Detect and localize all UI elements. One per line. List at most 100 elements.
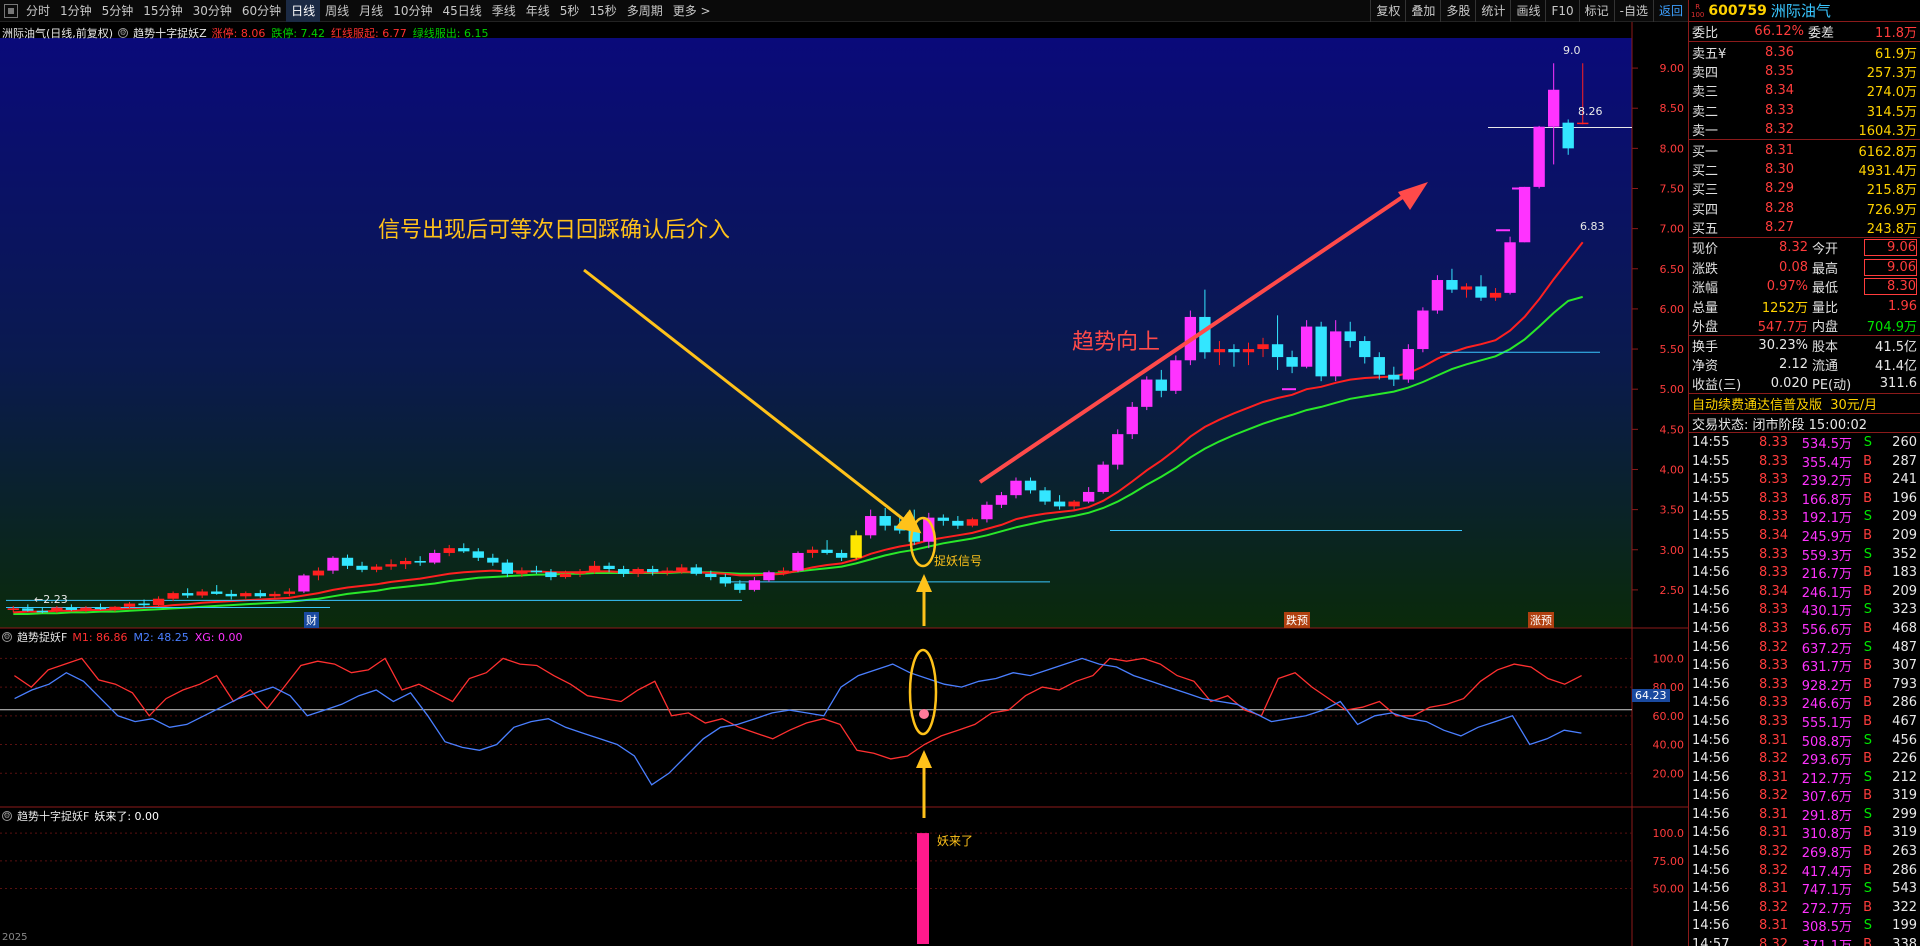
period-tab[interactable]: 季线: [487, 0, 521, 22]
candle-body: [51, 607, 63, 612]
period-tab[interactable]: 5秒: [555, 0, 585, 22]
period-tab[interactable]: 30分钟: [188, 0, 237, 22]
sell-order-book: 卖五¥ 8.36 61.9万 卖四 8.35 257.3万 卖三 8.34 274.0万 卖二 8.…: [1689, 41, 1920, 139]
candle-body: [690, 567, 702, 574]
stock-name[interactable]: 洲际油气: [1771, 0, 1831, 21]
candle-body: [1286, 357, 1298, 367]
tick-row: 14:56 8.32 417.4万 B 286: [1692, 862, 1917, 880]
price-tick-label: 8.50: [1660, 102, 1685, 115]
candle-body: [1039, 490, 1051, 502]
tick-row: 14:55 8.33 192.1万 S 209: [1692, 509, 1917, 527]
candle-body: [1010, 480, 1022, 496]
period-tab[interactable]: 多周期: [622, 0, 668, 22]
tool-button[interactable]: 叠加: [1405, 0, 1440, 22]
indicator-settings-icon[interactable]: ⚙: [118, 28, 129, 38]
candle-body: [937, 517, 949, 521]
tick-row: 14:56 8.32 637.2万 S 487: [1692, 639, 1917, 657]
indicator-settings-icon[interactable]: ⚙: [2, 632, 12, 642]
candle-body: [22, 608, 34, 611]
candle-body: [356, 565, 368, 570]
candle-body: [283, 591, 296, 594]
stock-code[interactable]: 600759: [1708, 3, 1766, 19]
order-book-row[interactable]: 卖一 8.32 1604.3万: [1689, 120, 1920, 139]
sub1-tick-label: 40.00: [1653, 739, 1685, 752]
order-book-row[interactable]: 买四 8.28 726.9万: [1689, 199, 1920, 218]
tick-row: 14:56 8.32 272.7万 B 322: [1692, 899, 1917, 917]
period-tab[interactable]: 1分钟: [55, 0, 97, 22]
tool-button[interactable]: 标记: [1578, 0, 1614, 22]
up-arrow-head: [916, 750, 932, 768]
kline-chart-area[interactable]: 100.0 80.00 60.00 40.00 20.00 100.0 75.00 50.0…: [0, 22, 1688, 946]
candle-body: [1577, 122, 1589, 125]
legend-item: 绿线服出: 6.15: [412, 27, 489, 40]
tool-button[interactable]: 复权: [1370, 0, 1405, 22]
order-book-row[interactable]: 买一 8.31 6162.8万: [1689, 140, 1920, 160]
period-tab[interactable]: 5分钟: [97, 0, 139, 22]
tool-button[interactable]: 多股: [1440, 0, 1475, 22]
tick-row: 14:56 8.32 269.8万 B 263: [1692, 844, 1917, 862]
order-book-row[interactable]: 卖五¥ 8.36 61.9万: [1689, 42, 1920, 62]
period-tab[interactable]: 15秒: [584, 0, 621, 22]
indicator-settings-icon[interactable]: ⚙: [2, 811, 12, 821]
candle-body: [1460, 286, 1473, 290]
tool-button[interactable]: -自选: [1613, 0, 1653, 22]
candle-body: [1082, 491, 1095, 502]
candle: [1141, 376, 1153, 411]
tick-trades-list[interactable]: 14:55 8.33 534.5万 S 260 14:55 8.33 355.4万 B 287 14…: [1689, 432, 1920, 946]
candle-body: [981, 504, 993, 520]
sub2-legend: ⚙ 趋势十字捉妖F 妖来了: 0.00: [2, 808, 159, 824]
candle-body: [458, 548, 470, 552]
candle-body: [1533, 126, 1545, 187]
period-tab[interactable]: 60分钟: [237, 0, 286, 22]
tool-button[interactable]: 返回: [1652, 0, 1688, 22]
tool-button[interactable]: 统计: [1475, 0, 1510, 22]
candle: [298, 573, 310, 594]
candle-body: [80, 607, 92, 610]
order-book-row[interactable]: 卖三 8.34 274.0万: [1689, 81, 1920, 100]
main-indicator-name: 趋势十字捉妖Z: [133, 27, 207, 40]
period-tab[interactable]: 年线: [521, 0, 555, 22]
tool-button[interactable]: 画线: [1510, 0, 1545, 22]
period-tab[interactable]: 15分钟: [138, 0, 187, 22]
tick-row: 14:56 8.33 928.2万 B 793: [1692, 676, 1917, 694]
period-tab[interactable]: 周线: [320, 0, 354, 22]
tick-row: 14:55 8.33 559.3万 S 352: [1692, 546, 1917, 564]
candle-body: [298, 575, 310, 592]
candle: [1112, 429, 1124, 470]
period-tab[interactable]: 月线: [354, 0, 388, 22]
candle-body: [1155, 379, 1167, 391]
period-tab[interactable]: 更多 >: [668, 0, 716, 22]
order-book-row[interactable]: 买三 8.29 215.8万: [1689, 179, 1920, 198]
yao-signal-bar: [917, 833, 929, 944]
period-tab[interactable]: 分时: [21, 0, 55, 22]
tool-button[interactable]: F10: [1545, 0, 1578, 22]
event-marker-dieting[interactable]: 跌预: [1284, 612, 1310, 628]
renewal-promo[interactable]: 自动续费通达信普及版 30元/月: [1689, 393, 1920, 413]
sub1-tick-label: 100.0: [1653, 652, 1685, 665]
order-book-row[interactable]: 买二 8.30 4931.4万: [1689, 160, 1920, 179]
order-book-row[interactable]: 卖二 8.33 314.5万: [1689, 101, 1920, 120]
event-marker-cai[interactable]: 财: [304, 612, 319, 628]
order-book-row[interactable]: 卖四 8.35 257.3万: [1689, 62, 1920, 81]
window-menu-icon[interactable]: [4, 3, 18, 18]
candle-body: [806, 549, 819, 553]
candle-body: [1359, 341, 1371, 358]
order-book-row[interactable]: 买五 8.27 243.8万: [1689, 218, 1920, 237]
event-marker-zhangting[interactable]: 涨预: [1528, 612, 1554, 628]
period-tab[interactable]: 10分钟: [388, 0, 437, 22]
candle-body: [370, 566, 383, 570]
period-tab[interactable]: 日线: [286, 0, 321, 22]
candle-body: [94, 607, 107, 610]
chart-canvas[interactable]: 100.080.0060.0040.0020.00 100.075.0050.0…: [0, 22, 1688, 946]
margin-tag: R 100: [1691, 2, 1705, 19]
candle-body: [1402, 349, 1415, 380]
stock-header: R 100 600759 洲际油气: [1689, 0, 1920, 22]
candle-body: [399, 560, 412, 565]
sub1-highlight-ring: [908, 648, 938, 736]
candle-body: [1126, 406, 1138, 435]
candle-body: [327, 557, 339, 571]
entry-hint-text: 信号出现后可等次日回踩确认后介入: [378, 218, 731, 243]
period-tab[interactable]: 45日线: [437, 0, 486, 22]
candle-body: [65, 607, 78, 610]
candle-body: [734, 583, 746, 590]
